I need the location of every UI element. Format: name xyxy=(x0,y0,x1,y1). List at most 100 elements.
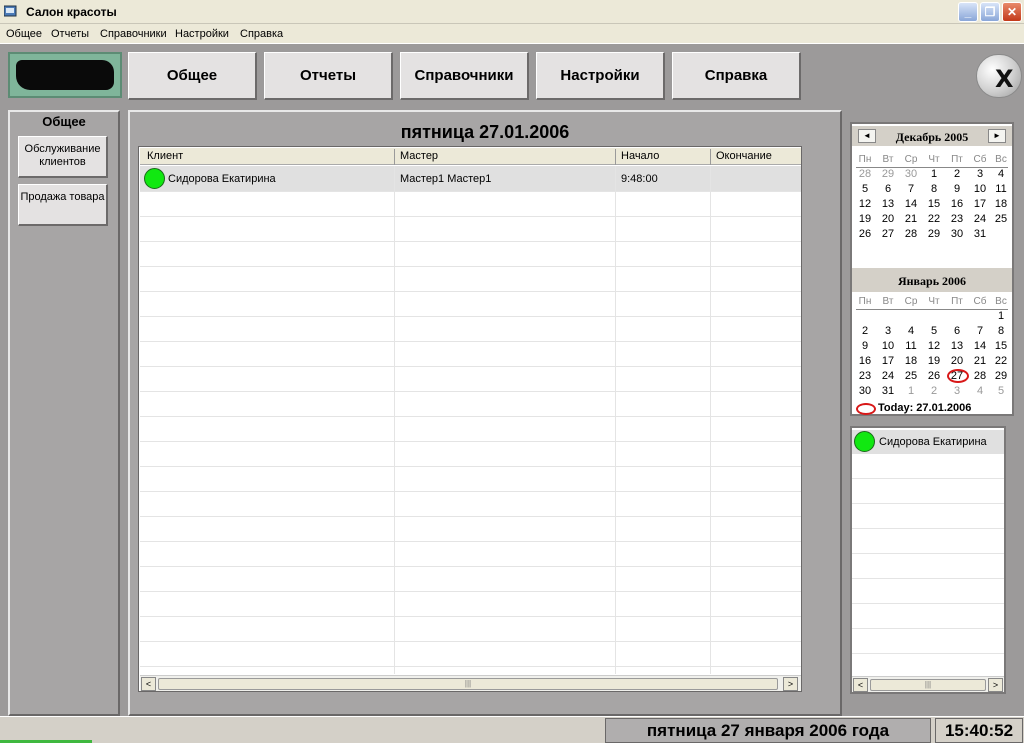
toolbar-reports-button[interactable]: Отчеты xyxy=(264,52,393,100)
calendar-day[interactable]: 26 xyxy=(923,370,945,382)
calendar-day[interactable]: 9 xyxy=(854,340,876,352)
column-client[interactable]: Клиент xyxy=(147,150,183,162)
calendar-day[interactable]: 22 xyxy=(990,355,1012,367)
calendar-day[interactable]: 17 xyxy=(877,355,899,367)
calendar-day[interactable]: 31 xyxy=(969,228,991,240)
calendar-day[interactable]: 26 xyxy=(854,228,876,240)
calendar-day[interactable]: 17 xyxy=(969,198,991,210)
calendar-day[interactable]: 15 xyxy=(923,198,945,210)
calendar-day[interactable]: 12 xyxy=(923,340,945,352)
calendar-day[interactable]: 3 xyxy=(877,325,899,337)
list-scroll-thumb[interactable]: ||| xyxy=(870,679,986,691)
calendar-day[interactable]: 8 xyxy=(923,183,945,195)
calendar-day[interactable]: 30 xyxy=(854,385,876,397)
list-scroll-right-button[interactable]: > xyxy=(988,678,1003,692)
calendar-day[interactable]: 1 xyxy=(990,310,1012,322)
calendar-day[interactable]: 12 xyxy=(854,198,876,210)
calendar-day[interactable]: 13 xyxy=(877,198,899,210)
calendar-day[interactable]: 27 xyxy=(877,228,899,240)
calendar-day[interactable]: 11 xyxy=(990,183,1012,195)
calendar-day[interactable]: 24 xyxy=(877,370,899,382)
calendar[interactable]: ◄ Декабрь 2005 ► Пн Вт Ср Чт Пт Сб Вс 28 29 30 1 2 3… xyxy=(850,122,1014,416)
calendar-day[interactable]: 18 xyxy=(900,355,922,367)
column-separator[interactable] xyxy=(615,149,616,165)
calendar-day[interactable]: 22 xyxy=(923,213,945,225)
toolbar-settings-button[interactable]: Настройки xyxy=(536,52,665,100)
menu-item-general[interactable]: Общее xyxy=(6,28,42,40)
calendar-day[interactable]: 30 xyxy=(946,228,968,240)
minimize-button[interactable]: _ xyxy=(958,2,978,22)
calendar-day[interactable]: 2 xyxy=(923,385,945,397)
calendar-day[interactable]: 3 xyxy=(946,385,968,397)
calendar-day[interactable]: 4 xyxy=(990,168,1012,180)
toolbar-general-button[interactable]: Общее xyxy=(128,52,257,100)
client-service-button[interactable]: Обслуживание клиентов xyxy=(18,136,108,178)
toolbar-help-button[interactable]: Справка xyxy=(672,52,801,100)
schedule-grid[interactable]: Клиент Мастер Начало Окончание Сидорова … xyxy=(138,146,802,692)
calendar-day[interactable]: 14 xyxy=(969,340,991,352)
calendar-day[interactable]: 3 xyxy=(969,168,991,180)
column-separator[interactable] xyxy=(394,149,395,165)
calendar-day[interactable]: 20 xyxy=(877,213,899,225)
scroll-thumb[interactable]: ||| xyxy=(158,678,778,690)
column-start[interactable]: Начало xyxy=(621,150,659,162)
calendar-day[interactable]: 20 xyxy=(946,355,968,367)
calendar-day[interactable]: 5 xyxy=(990,385,1012,397)
calendar-day[interactable]: 28 xyxy=(900,228,922,240)
calendar-day[interactable]: 6 xyxy=(877,183,899,195)
column-master[interactable]: Мастер xyxy=(400,150,438,162)
horizontal-scrollbar[interactable]: < ||| > xyxy=(140,675,801,691)
calendar-day[interactable]: 9 xyxy=(946,183,968,195)
calendar-day[interactable]: 29 xyxy=(877,168,899,180)
restore-button[interactable]: ❐ xyxy=(980,2,1000,22)
calendar-day[interactable]: 8 xyxy=(990,325,1012,337)
calendar-day[interactable]: 4 xyxy=(969,385,991,397)
calendar-day[interactable]: 31 xyxy=(877,385,899,397)
calendar-day[interactable]: 4 xyxy=(900,325,922,337)
calendar-day[interactable]: 5 xyxy=(923,325,945,337)
calendar-day[interactable]: 16 xyxy=(946,198,968,210)
menu-item-directories[interactable]: Справочники xyxy=(100,28,167,40)
calendar-day[interactable]: 28 xyxy=(969,370,991,382)
scroll-right-button[interactable]: > xyxy=(783,677,798,691)
calendar-day[interactable]: 15 xyxy=(990,340,1012,352)
calendar-day[interactable]: 29 xyxy=(923,228,945,240)
today-label[interactable]: Today: 27.01.2006 xyxy=(878,402,971,414)
calendar-day[interactable]: 14 xyxy=(900,198,922,210)
calendar-day[interactable]: 16 xyxy=(854,355,876,367)
table-row[interactable]: Сидорова Екатирина Мастер1 Мастер1 9:48:… xyxy=(140,166,801,191)
menu-item-help[interactable]: Справка xyxy=(240,28,283,40)
calendar-day[interactable]: 11 xyxy=(900,340,922,352)
calendar-day[interactable]: 1 xyxy=(900,385,922,397)
column-end[interactable]: Окончание xyxy=(716,150,772,162)
exit-button[interactable]: X xyxy=(976,54,1022,98)
calendar-day[interactable]: 2 xyxy=(946,168,968,180)
list-item[interactable]: Сидорова Екатирина xyxy=(852,430,1004,454)
calendar-day[interactable]: 23 xyxy=(854,370,876,382)
calendar-day[interactable]: 23 xyxy=(946,213,968,225)
calendar-day[interactable]: 25 xyxy=(900,370,922,382)
calendar-day[interactable]: 7 xyxy=(969,325,991,337)
goods-sale-button[interactable]: Продажа товара xyxy=(18,184,108,226)
calendar-next-button[interactable]: ► xyxy=(988,129,1006,143)
calendar-day[interactable]: 5 xyxy=(854,183,876,195)
calendar-day[interactable]: 28 xyxy=(854,168,876,180)
calendar-day[interactable]: 10 xyxy=(877,340,899,352)
toolbar-directories-button[interactable]: Справочники xyxy=(400,52,529,100)
calendar-day[interactable]: 21 xyxy=(900,213,922,225)
calendar-day[interactable]: 25 xyxy=(990,213,1012,225)
list-scroll-left-button[interactable]: < xyxy=(853,678,868,692)
calendar-day[interactable]: 19 xyxy=(854,213,876,225)
calendar-day[interactable]: 13 xyxy=(946,340,968,352)
calendar-day[interactable]: 2 xyxy=(854,325,876,337)
calendar-day[interactable]: 7 xyxy=(900,183,922,195)
calendar-day[interactable]: 21 xyxy=(969,355,991,367)
menu-item-reports[interactable]: Отчеты xyxy=(51,28,89,40)
column-separator[interactable] xyxy=(710,149,711,165)
calendar-day[interactable]: 24 xyxy=(969,213,991,225)
calendar-day[interactable]: 18 xyxy=(990,198,1012,210)
calendar-day[interactable]: 6 xyxy=(946,325,968,337)
client-list[interactable]: Сидорова Екатирина < ||| > xyxy=(850,426,1006,694)
calendar-day[interactable]: 1 xyxy=(923,168,945,180)
calendar-day[interactable]: 29 xyxy=(990,370,1012,382)
